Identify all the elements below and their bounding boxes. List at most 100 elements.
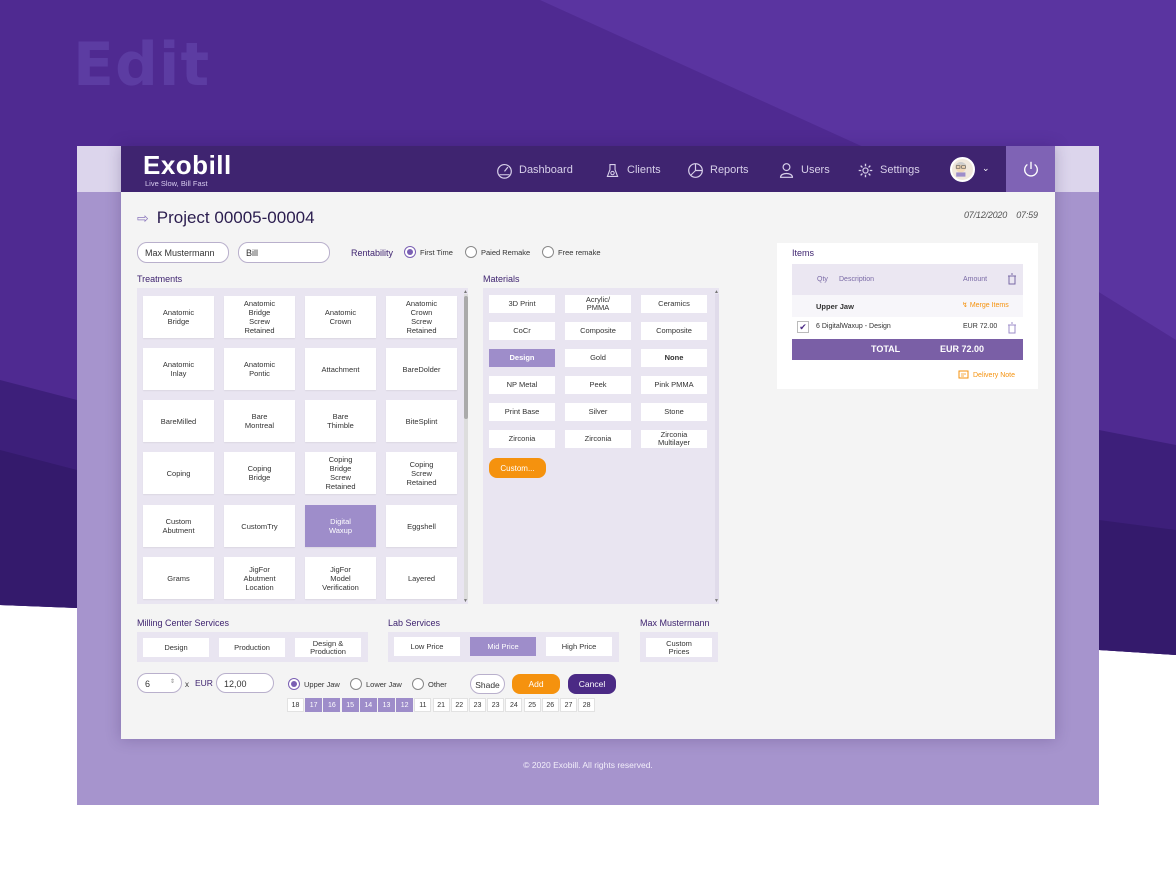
avatar[interactable]: [950, 157, 975, 182]
milling-production-button[interactable]: Production: [219, 638, 285, 657]
client-field[interactable]: Max Mustermann: [137, 242, 229, 263]
treatment-tile[interactable]: Coping Bridge Screw Retained: [305, 452, 376, 494]
treatment-tile[interactable]: Grams: [143, 557, 214, 599]
treatment-tile[interactable]: Attachment: [305, 348, 376, 390]
material-tile[interactable]: Zirconia: [565, 430, 631, 448]
jaw-other[interactable]: Other: [412, 678, 447, 690]
nav-settings[interactable]: Settings: [857, 161, 920, 179]
tooth-number[interactable]: 21: [432, 698, 450, 712]
material-tile[interactable]: Peek: [565, 376, 631, 394]
back-arrow-icon[interactable]: ⇨: [137, 210, 149, 227]
milling-design-production-button[interactable]: Design & Production: [295, 638, 361, 657]
treatment-tile[interactable]: JigFor Model Verification: [305, 557, 376, 599]
material-tile[interactable]: Gold: [565, 349, 631, 367]
treatment-tile[interactable]: Anatomic Pontic: [224, 348, 295, 390]
material-tile[interactable]: Pink PMMA: [641, 376, 707, 394]
cancel-button[interactable]: Cancel: [568, 674, 616, 694]
nav-reports[interactable]: Reports: [687, 161, 749, 179]
jaw-upper[interactable]: Upper Jaw: [288, 678, 340, 690]
nav-dashboard[interactable]: Dashboard: [496, 161, 573, 179]
treatment-tile[interactable]: BareMilled: [143, 400, 214, 442]
material-tile[interactable]: Silver: [565, 403, 631, 421]
treatments-scroll-thumb[interactable]: [464, 296, 468, 419]
stepper-arrows-icon[interactable]: ⇕: [170, 678, 175, 685]
material-tile[interactable]: 3D Print: [489, 295, 555, 313]
treatment-tile[interactable]: Anatomic Crown Screw Retained: [386, 296, 457, 338]
material-tile[interactable]: Stone: [641, 403, 707, 421]
rentability-first-time[interactable]: First Time: [404, 246, 453, 258]
tooth-number[interactable]: 28: [578, 698, 596, 712]
treatment-tile[interactable]: Bare Thimble: [305, 400, 376, 442]
item-row[interactable]: ✔ 6 DigitalWaxup - Design EUR 72.00: [792, 318, 1023, 338]
material-tile[interactable]: CoCr: [489, 322, 555, 340]
merge-items-button[interactable]: ↯ Merge Items: [962, 301, 1009, 309]
treatment-tile[interactable]: Anatomic Bridge Screw Retained: [224, 296, 295, 338]
brand-logo[interactable]: Exobill Live Slow, Bill Fast: [143, 152, 232, 188]
scroll-up-icon[interactable]: ▲: [714, 289, 719, 295]
material-tile[interactable]: Acrylic/ PMMA: [565, 295, 631, 313]
chevron-down-icon[interactable]: ⌄: [982, 163, 990, 174]
tooth-number[interactable]: 26: [541, 698, 559, 712]
material-tile[interactable]: Print Base: [489, 403, 555, 421]
rentability-paied-remake[interactable]: Paied Remake: [465, 246, 530, 258]
tooth-number[interactable]: 22: [450, 698, 468, 712]
treatment-tile[interactable]: Anatomic Bridge: [143, 296, 214, 338]
scroll-down-icon[interactable]: ▼: [463, 598, 468, 604]
treatment-tile[interactable]: Bare Montreal: [224, 400, 295, 442]
treatment-tile[interactable]: Eggshell: [386, 505, 457, 547]
tooth-number[interactable]: 14: [359, 698, 377, 712]
lab-high-price-button[interactable]: High Price: [546, 637, 612, 656]
price-field[interactable]: 12,00: [216, 673, 274, 693]
treatment-tile[interactable]: Custom Abutment: [143, 505, 214, 547]
lab-low-price-button[interactable]: Low Price: [394, 637, 460, 656]
tooth-number[interactable]: 24: [505, 698, 523, 712]
treatment-tile[interactable]: Coping Bridge: [224, 452, 295, 494]
material-tile[interactable]: Ceramics: [641, 295, 707, 313]
nav-clients[interactable]: Clients: [604, 161, 661, 179]
material-tile[interactable]: Zirconia: [489, 430, 555, 448]
treatment-tile[interactable]: BiteSplint: [386, 400, 457, 442]
lab-mid-price-button[interactable]: Mid Price: [470, 637, 536, 656]
tooth-number[interactable]: 27: [560, 698, 577, 712]
type-field[interactable]: Bill: [238, 242, 330, 263]
tooth-number[interactable]: 17: [305, 698, 323, 712]
treatment-tile[interactable]: BareDolder: [386, 348, 457, 390]
quantity-stepper[interactable]: 6 ⇕: [137, 673, 182, 693]
custom-prices-button[interactable]: Custom Prices: [646, 638, 712, 657]
material-tile[interactable]: Design: [489, 349, 555, 367]
trash-icon[interactable]: [1007, 273, 1017, 285]
treatment-tile[interactable]: Anatomic Inlay: [143, 348, 214, 390]
shade-button[interactable]: Shade: [470, 674, 505, 694]
treatment-tile[interactable]: CustomTry: [224, 505, 295, 547]
custom-material-button[interactable]: Custom...: [489, 458, 546, 478]
tooth-number[interactable]: 15: [341, 698, 359, 712]
tooth-number[interactable]: 23: [469, 698, 486, 712]
tooth-number[interactable]: 11: [414, 698, 432, 712]
treatment-tile[interactable]: Digital Waxup: [305, 505, 376, 547]
treatment-tile[interactable]: JigFor Abutment Location: [224, 557, 295, 599]
trash-icon[interactable]: [1007, 322, 1017, 334]
delivery-note-link[interactable]: Delivery Note: [958, 370, 1015, 380]
tooth-number[interactable]: 13: [378, 698, 395, 712]
tooth-number[interactable]: 25: [523, 698, 541, 712]
scroll-up-icon[interactable]: ▲: [463, 289, 468, 295]
scroll-down-icon[interactable]: ▼: [714, 598, 719, 604]
material-tile[interactable]: NP Metal: [489, 376, 555, 394]
tooth-number[interactable]: 23: [487, 698, 505, 712]
tooth-number[interactable]: 12: [396, 698, 414, 712]
tooth-number[interactable]: 18: [287, 698, 304, 712]
material-tile[interactable]: Composite: [641, 322, 707, 340]
row-checkbox[interactable]: ✔: [797, 321, 809, 333]
treatment-tile[interactable]: Layered: [386, 557, 457, 599]
tooth-number[interactable]: 16: [323, 698, 341, 712]
material-tile[interactable]: Composite: [565, 322, 631, 340]
materials-scrollbar[interactable]: [715, 294, 719, 600]
add-button[interactable]: Add: [512, 674, 560, 694]
material-tile[interactable]: Zirconia Multilayer: [641, 430, 707, 448]
material-tile[interactable]: None: [641, 349, 707, 367]
jaw-lower[interactable]: Lower Jaw: [350, 678, 402, 690]
treatment-tile[interactable]: Anatomic Crown: [305, 296, 376, 338]
logout-button[interactable]: [1006, 146, 1055, 192]
nav-users[interactable]: Users: [778, 161, 830, 179]
treatment-tile[interactable]: Coping: [143, 452, 214, 494]
